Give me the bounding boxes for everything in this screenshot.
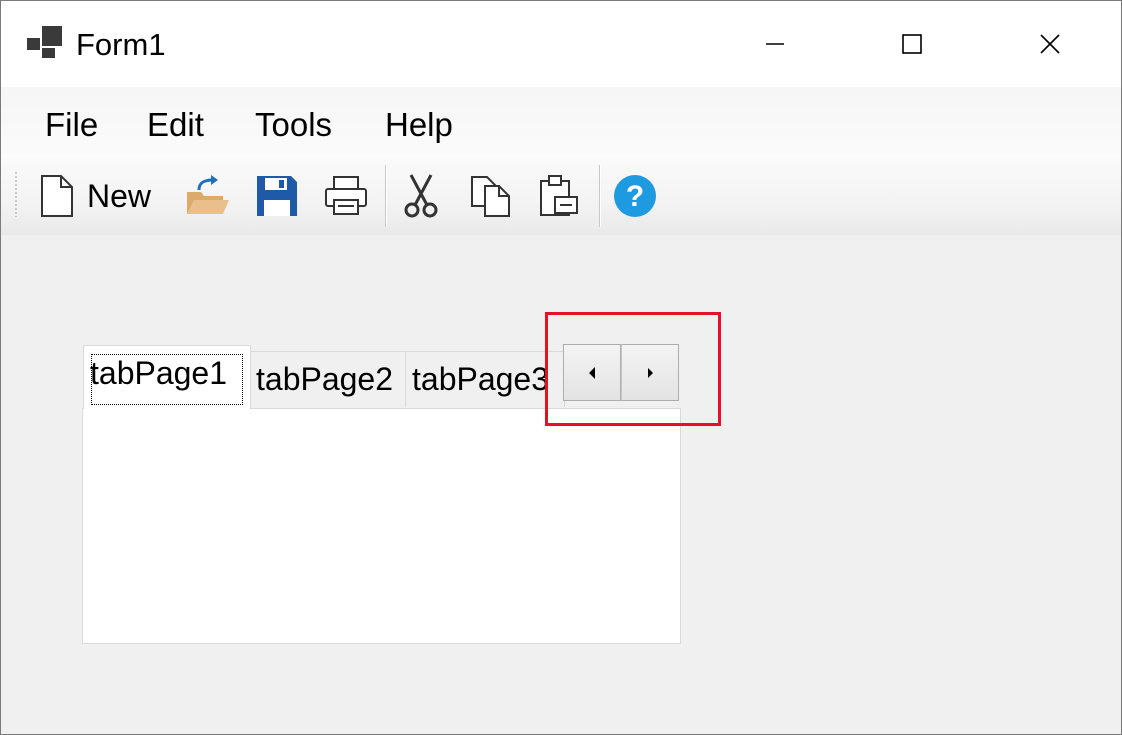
scroll-right-icon bbox=[648, 367, 653, 378]
close-icon bbox=[1040, 34, 1060, 54]
new-document-icon bbox=[41, 175, 73, 217]
toolbar-separator bbox=[599, 165, 600, 227]
tab-scroll-right-button[interactable] bbox=[621, 344, 679, 401]
copy-icon bbox=[471, 176, 510, 217]
tab-label: tabPage3 bbox=[412, 361, 550, 397]
tab-tabpage3[interactable]: tabPage3 bbox=[405, 351, 565, 407]
print-icon bbox=[325, 176, 367, 215]
paste-icon bbox=[540, 175, 578, 216]
copy-button[interactable] bbox=[469, 167, 513, 225]
save-icon bbox=[257, 176, 297, 216]
tab-scroll-left-button[interactable] bbox=[563, 344, 621, 401]
tab-label: tabPage2 bbox=[256, 361, 394, 397]
menu-edit[interactable]: Edit bbox=[147, 105, 204, 145]
maximize-icon bbox=[902, 34, 922, 54]
tab-scroll-buttons bbox=[563, 344, 681, 401]
open-button[interactable] bbox=[185, 167, 231, 225]
menu-help[interactable]: Help bbox=[385, 105, 453, 145]
cut-icon bbox=[404, 174, 438, 218]
menu-tools[interactable]: Tools bbox=[255, 105, 332, 145]
window-title: Form1 bbox=[76, 27, 166, 62]
form-window: Form1 File Edit Tools Help New ? tabPage… bbox=[0, 0, 1122, 735]
close-button[interactable] bbox=[981, 1, 1119, 87]
maximize-button[interactable] bbox=[843, 1, 981, 87]
scroll-left-icon bbox=[589, 366, 595, 379]
cut-button[interactable] bbox=[401, 167, 441, 225]
print-button[interactable] bbox=[323, 167, 369, 225]
paste-button[interactable] bbox=[537, 167, 581, 225]
minimize-button[interactable] bbox=[706, 1, 844, 87]
minimize-icon bbox=[766, 43, 784, 45]
title-bar[interactable]: Form1 bbox=[1, 1, 1121, 87]
tab-tabpage2[interactable]: tabPage2 bbox=[249, 351, 406, 407]
new-button[interactable]: New bbox=[39, 167, 151, 225]
new-button-label: New bbox=[87, 178, 152, 214]
tab-tabpage1[interactable]: tabPage1 bbox=[83, 345, 251, 409]
tab-page-content bbox=[82, 408, 681, 644]
menu-bar: File Edit Tools Help bbox=[1, 87, 1121, 159]
open-folder-icon bbox=[187, 175, 229, 214]
toolbar-grip[interactable] bbox=[15, 171, 17, 217]
tab-label: tabPage1 bbox=[90, 355, 228, 391]
save-button[interactable] bbox=[255, 167, 299, 225]
toolbar-separator bbox=[385, 165, 386, 227]
help-button[interactable]: ? bbox=[613, 167, 657, 225]
svg-text:?: ? bbox=[626, 180, 644, 213]
menu-file[interactable]: File bbox=[45, 105, 98, 145]
toolbar: New ? bbox=[1, 159, 1121, 235]
app-icon bbox=[27, 26, 62, 58]
help-icon: ? bbox=[614, 175, 656, 217]
